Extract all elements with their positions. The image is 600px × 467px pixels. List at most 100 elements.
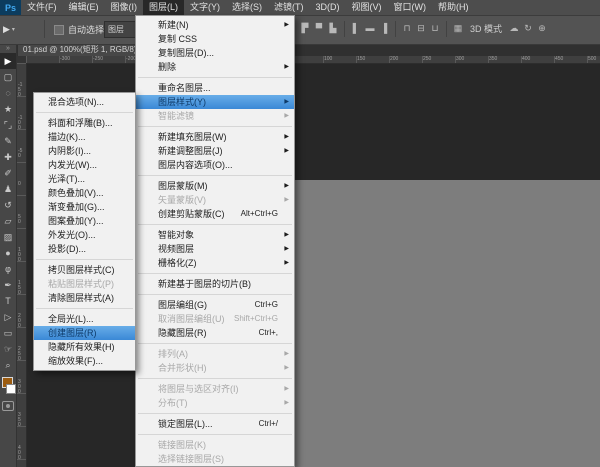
- menubar-item[interactable]: 文字(Y): [184, 0, 226, 15]
- marquee-tool[interactable]: ▢: [0, 69, 16, 85]
- menubar-item[interactable]: 图层(L): [143, 0, 184, 15]
- options-divider: [44, 20, 45, 38]
- layer-style-menu-item[interactable]: 拷贝图层样式(C): [34, 263, 135, 277]
- gradient-tool[interactable]: ▨: [0, 229, 16, 245]
- layer-menu-item[interactable]: 分布(T) ▶: [136, 396, 294, 410]
- layer-menu-item[interactable]: 图层蒙版(M) ▶: [136, 179, 294, 193]
- menu-separator: [138, 378, 292, 379]
- document-image[interactable]: [256, 180, 600, 467]
- brush-tool[interactable]: ✐: [0, 165, 16, 181]
- layer-menu-item[interactable]: 将图层与选区对齐(I) ▶: [136, 382, 294, 396]
- layer-style-menu-item[interactable]: 投影(D)...: [34, 242, 135, 256]
- eyedropper-tool[interactable]: ✎: [0, 133, 16, 149]
- history-brush-tool[interactable]: ↺: [0, 197, 16, 213]
- collapse-panel-icon[interactable]: »: [0, 44, 16, 53]
- menubar-item[interactable]: 帮助(H): [432, 0, 475, 15]
- blur-tool[interactable]: ●: [0, 245, 16, 261]
- layer-menu-item[interactable]: 创建剪贴蒙版(C) Alt+Ctrl+G: [136, 207, 294, 221]
- auto-align-icon[interactable]: ▦: [451, 20, 465, 37]
- layer-menu-item[interactable]: 复制 CSS: [136, 32, 294, 46]
- layer-style-menu-item[interactable]: 内发光(W)...: [34, 158, 135, 172]
- layer-menu-item[interactable]: 新建填充图层(W) ▶: [136, 130, 294, 144]
- orbit-3d-icon[interactable]: ☁: [507, 20, 521, 37]
- shape-tool[interactable]: ▭: [0, 325, 16, 341]
- align-right-edges-icon[interactable]: ▐: [377, 20, 391, 37]
- background-color-swatch[interactable]: [6, 384, 16, 394]
- submenu-arrow-icon: ▶: [284, 246, 289, 252]
- layer-menu-item[interactable]: 锁定图层(L)... Ctrl+/: [136, 417, 294, 431]
- menubar-item[interactable]: 3D(D): [310, 0, 346, 15]
- layer-style-menu-item[interactable]: 混合选项(N)...: [34, 95, 135, 109]
- layer-style-menu-item[interactable]: 斜面和浮雕(B)...: [34, 116, 135, 130]
- auto-select-checkbox[interactable]: [54, 25, 64, 35]
- align-left-edges-icon[interactable]: ▌: [349, 20, 363, 37]
- layer-menu-item[interactable]: 视频图层 ▶: [136, 242, 294, 256]
- distribute-center-icon[interactable]: ⊟: [414, 20, 428, 37]
- move-tool[interactable]: ▶: [0, 53, 16, 69]
- crop-tool[interactable]: ⌜⌟: [0, 117, 16, 133]
- layer-style-menu-item[interactable]: 创建图层(R): [34, 326, 135, 340]
- hand-tool[interactable]: ☞: [0, 341, 16, 357]
- path-selection-tool[interactable]: ▷: [0, 309, 16, 325]
- menu-separator: [138, 343, 292, 344]
- menubar-item[interactable]: 选择(S): [226, 0, 268, 15]
- layer-menu-item[interactable]: 新建基于图层的切片(B): [136, 277, 294, 291]
- tool-preset-picker[interactable]: ▶ ▾: [3, 21, 29, 37]
- layer-style-menu-item[interactable]: 内阴影(I)...: [34, 144, 135, 158]
- pen-tool[interactable]: ✒: [0, 277, 16, 293]
- type-tool[interactable]: T: [0, 293, 16, 309]
- layer-menu-item[interactable]: 图层编组(G) Ctrl+G: [136, 298, 294, 312]
- layer-menu-item[interactable]: 栅格化(Z) ▶: [136, 256, 294, 270]
- menubar-item[interactable]: 窗口(W): [388, 0, 433, 15]
- distribute-left-icon[interactable]: ⊓: [400, 20, 414, 37]
- distribute-right-icon[interactable]: ⊔: [428, 20, 442, 37]
- align-horizontal-centers-icon[interactable]: ▬: [363, 20, 377, 37]
- roll-3d-icon[interactable]: ↻: [521, 20, 535, 37]
- layer-style-menu-item[interactable]: 全局光(L)...: [34, 312, 135, 326]
- layer-menu-item[interactable]: 图层样式(Y) ▶: [136, 95, 294, 109]
- align-bottom-edges-icon[interactable]: ▙: [326, 20, 340, 37]
- menu-separator: [36, 308, 133, 309]
- menubar-item[interactable]: 视图(V): [346, 0, 388, 15]
- layer-style-menu-item[interactable]: 清除图层样式(A): [34, 291, 135, 305]
- eraser-tool[interactable]: ▱: [0, 213, 16, 229]
- clone-stamp-tool[interactable]: ♟: [0, 181, 16, 197]
- layer-menu-item[interactable]: 智能滤镜 ▶: [136, 109, 294, 123]
- dodge-tool[interactable]: φ: [0, 261, 16, 277]
- menubar-item[interactable]: 文件(F): [21, 0, 63, 15]
- align-top-edges-icon[interactable]: ▛: [298, 20, 312, 37]
- zoom-tool[interactable]: ⌕: [0, 357, 16, 373]
- layer-menu-item[interactable]: 选择链接图层(S): [136, 452, 294, 466]
- lasso-tool[interactable]: ◌: [0, 85, 16, 101]
- layer-style-menu-item[interactable]: 描边(K)...: [34, 130, 135, 144]
- layer-menu-item[interactable]: 链接图层(K): [136, 438, 294, 452]
- healing-brush-tool[interactable]: ✚: [0, 149, 16, 165]
- layer-menu-item[interactable]: 重命名图层...: [136, 81, 294, 95]
- layer-menu-item[interactable]: 合并形状(H) ▶: [136, 361, 294, 375]
- layer-style-menu-item[interactable]: 图案叠加(Y)...: [34, 214, 135, 228]
- layer-menu-item[interactable]: 排列(A) ▶: [136, 347, 294, 361]
- layer-style-menu-item[interactable]: 隐藏所有效果(H): [34, 340, 135, 354]
- layer-menu-item[interactable]: 新建(N) ▶: [136, 18, 294, 32]
- menubar-item[interactable]: 滤镜(T): [268, 0, 310, 15]
- layer-style-menu-item[interactable]: 外发光(O)...: [34, 228, 135, 242]
- layer-menu-item[interactable]: 智能对象 ▶: [136, 228, 294, 242]
- align-vertical-centers-icon[interactable]: ▀: [312, 20, 326, 37]
- layer-style-menu-item[interactable]: 光泽(T)...: [34, 172, 135, 186]
- layer-style-menu-item[interactable]: 渐变叠加(G)...: [34, 200, 135, 214]
- pan-3d-icon[interactable]: ⊕: [535, 20, 549, 37]
- layer-menu-item[interactable]: 矢量蒙版(V) ▶: [136, 193, 294, 207]
- quick-mask-icon[interactable]: [2, 401, 14, 411]
- menubar-item[interactable]: 编辑(E): [63, 0, 105, 15]
- layer-style-menu-item[interactable]: 颜色叠加(V)...: [34, 186, 135, 200]
- layer-style-menu-item[interactable]: 粘贴图层样式(P): [34, 277, 135, 291]
- layer-menu-item[interactable]: 删除 ▶: [136, 60, 294, 74]
- layer-menu-item[interactable]: 图层内容选项(O)...: [136, 158, 294, 172]
- layer-menu-item[interactable]: 取消图层编组(U) Shift+Ctrl+G: [136, 312, 294, 326]
- quick-selection-tool[interactable]: ★: [0, 101, 16, 117]
- layer-menu-item[interactable]: 新建调整图层(J) ▶: [136, 144, 294, 158]
- menubar-item[interactable]: 图像(I): [105, 0, 144, 15]
- layer-menu-item[interactable]: 隐藏图层(R) Ctrl+,: [136, 326, 294, 340]
- layer-style-menu-item[interactable]: 缩放效果(F)...: [34, 354, 135, 368]
- layer-menu-item[interactable]: 复制图层(D)...: [136, 46, 294, 60]
